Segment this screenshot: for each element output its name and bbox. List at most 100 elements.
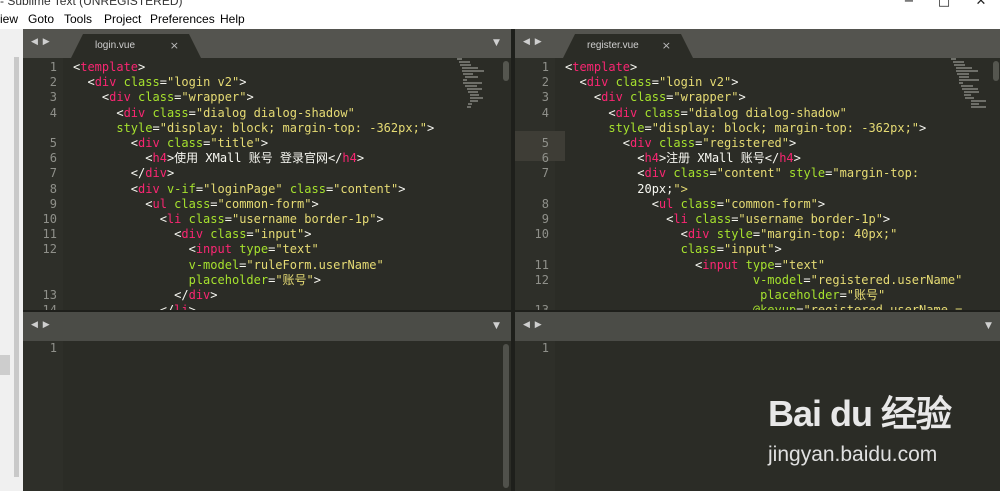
menu-tools[interactable]: Tools (64, 12, 92, 26)
tab-bar: ◀ ▶ ▼ (23, 312, 511, 341)
code-line: <div v-if="loginPage" class="content"> (73, 181, 406, 196)
minimap-line (955, 70, 978, 72)
tab-login-vue[interactable]: login.vue × (71, 34, 201, 58)
line-number: 7 (541, 166, 549, 181)
code-line: <template> (565, 60, 638, 74)
tab-dropdown-icon[interactable]: ▼ (985, 321, 992, 331)
line-number: 9 (49, 196, 57, 211)
minimap-line (955, 67, 973, 69)
code-line: <div class="wrapper"> (73, 90, 254, 105)
menu-bar: iew Goto Tools Project Preferences Help (0, 10, 1000, 29)
code-line: 20px;"> (565, 181, 688, 196)
close-button[interactable]: ✕ (974, 0, 988, 9)
editor-pane-top-right: ◀ ▶ register.vue × 1 <template> 2 <div cla… (515, 29, 1000, 310)
code-line: class="input"> (680, 242, 782, 257)
minimap-line (951, 58, 956, 60)
line-gutter (23, 341, 63, 491)
tab-bar: ◀ ▶ register.vue × (515, 29, 1000, 58)
minimap-line (971, 100, 986, 102)
editor-pane-bottom-left: ◀ ▶ ▼ 1 (23, 312, 511, 491)
watermark-logo: Bai du 经验 (768, 393, 952, 434)
line-number: 6 (541, 151, 549, 166)
minimap-line (959, 82, 963, 84)
tab-dropdown-icon[interactable]: ▼ (493, 321, 500, 331)
line-number: 10 (534, 227, 549, 242)
tab-dropdown-icon[interactable]: ▼ (493, 38, 500, 48)
code-line: <h4>使用 XMall 账号 登录官网</h4> (73, 151, 365, 166)
maximize-button[interactable]: □ (937, 0, 951, 9)
code-line: <div class="input"> (73, 227, 312, 242)
tab-scroll-arrows-icon[interactable]: ◀ ▶ (523, 320, 543, 330)
line-number: 4 (49, 105, 57, 120)
line-number: 13 (42, 288, 57, 302)
line-number: 12 (42, 242, 57, 257)
menu-view[interactable]: iew (0, 12, 18, 26)
minimap-line (971, 103, 979, 105)
tab-close-icon[interactable]: × (170, 39, 179, 52)
minimap-line (463, 82, 483, 84)
tab-scroll-arrows-icon[interactable]: ◀ ▶ (31, 37, 51, 47)
line-number: 14 (23, 303, 57, 310)
code-line: </div> (73, 166, 175, 181)
code-line: <h4>注册 XMall 账号</h4> (565, 151, 801, 166)
menu-help[interactable]: Help (220, 12, 245, 26)
code-line: v-model="registered.userName" (752, 272, 963, 287)
code-line: <input type="text" (565, 257, 826, 272)
minimap-line (959, 76, 969, 78)
line-number: 8 (49, 181, 57, 196)
code-line: <li class="username border-1p"> (565, 212, 891, 226)
line-number: 10 (42, 212, 57, 226)
vertical-scrollbar[interactable] (503, 344, 509, 488)
code-line: <ul class="common-form"> (73, 196, 319, 211)
minimap-line (971, 106, 986, 108)
menu-preferences[interactable]: Preferences (150, 12, 215, 26)
tab-register-vue[interactable]: register.vue × (563, 34, 693, 58)
code-line: <div class="dialog dialog-shadow" (565, 105, 847, 120)
line-number: 12 (534, 272, 549, 287)
line-number: 8 (541, 196, 549, 211)
minimap-line (463, 73, 473, 75)
minimap-line (960, 85, 973, 87)
line-number: 11 (534, 257, 549, 272)
code-line: <li class="username border-1p"> (73, 212, 384, 226)
minimap-line (465, 76, 478, 78)
minimap-line (461, 67, 479, 69)
tab-close-icon[interactable]: × (662, 39, 671, 52)
tab-scroll-arrows-icon[interactable]: ◀ ▶ (31, 320, 51, 330)
code-line: <div class="title"> (73, 136, 269, 150)
code-line: placeholder="账号"> (188, 272, 321, 287)
minimap-line (963, 94, 971, 96)
line-number: 3 (541, 90, 549, 105)
minimap-line (965, 97, 975, 99)
sidebar-handle[interactable] (0, 355, 10, 375)
code-line: <div class="dialog dialog-shadow" (73, 105, 355, 120)
minimap-line (469, 94, 479, 96)
vertical-scrollbar[interactable] (503, 61, 509, 81)
tab-bar: ◀ ▶ login.vue × ▼ (23, 29, 511, 58)
minimap-line (954, 64, 965, 66)
minimap-line (460, 64, 471, 66)
minimap-line (957, 73, 970, 75)
minimap-line (469, 100, 479, 102)
tab-scroll-arrows-icon[interactable]: ◀ ▶ (523, 37, 543, 47)
minimap[interactable] (951, 58, 991, 178)
sidebar-strip (0, 29, 23, 491)
minimize-button[interactable]: − (902, 0, 916, 9)
code-line: <template> (73, 60, 146, 74)
watermark-url: jingyan.baidu.com (768, 443, 938, 466)
sidebar-scrollbar[interactable] (14, 57, 19, 477)
line-number: 1 (49, 341, 57, 355)
code-line: <div class="login v2"> (565, 75, 739, 90)
tab-label: register.vue (587, 40, 639, 51)
minimap-line (469, 97, 484, 99)
minimap-line (468, 103, 473, 105)
title-bar: - Sublime Text (UNREGISTERED) − □ ✕ (0, 0, 1000, 10)
minimap[interactable] (457, 58, 497, 178)
menu-project[interactable]: Project (104, 12, 141, 26)
tab-label: login.vue (95, 40, 136, 51)
menu-goto[interactable]: Goto (28, 12, 54, 26)
line-number: 3 (49, 90, 57, 105)
minimap-line (457, 58, 462, 60)
line-number: 11 (42, 227, 57, 242)
vertical-scrollbar[interactable] (993, 61, 999, 81)
